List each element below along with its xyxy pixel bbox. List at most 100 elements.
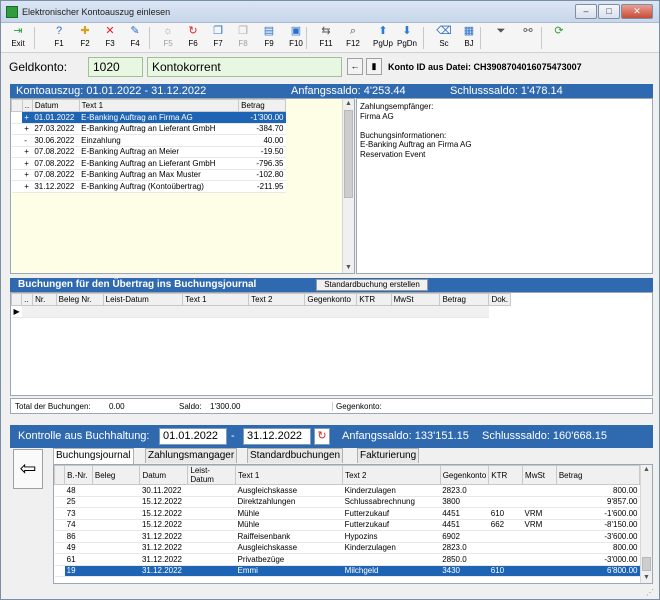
table-row[interactable]: 73 15.12.2022 Mühle Futterzukauf 4451 610 VRM -… — [54, 507, 640, 520]
table-row[interactable]: 74 15.12.2022 Mühle Futterzukauf 4451 662 VRM -… — [54, 519, 640, 531]
column-header[interactable]: Betrag — [555, 465, 641, 485]
column-header[interactable]: B.-Nr. — [64, 465, 93, 485]
sc-button[interactable]: ⌫ Sc — [432, 24, 456, 52]
f1-button[interactable]: ? F1 — [47, 24, 71, 52]
row-indicator-icon — [11, 157, 23, 170]
row-expand-mark[interactable]: + — [22, 146, 33, 158]
kontoauszug-scrollbar[interactable]: ▲ ▼ — [342, 99, 354, 273]
tab-zahlungsmangager[interactable]: Zahlungsmangager — [145, 448, 238, 463]
scroll-down-icon[interactable]: ▼ — [343, 263, 354, 273]
new-row[interactable]: ▶ — [11, 305, 511, 318]
table-row[interactable]: +07.08.2022 E-Banking Auftrag an Lieferan… — [11, 157, 286, 170]
scroll-down-icon[interactable]: ▼ — [641, 573, 652, 583]
kontrolle-to-date[interactable]: 31.12.2022 — [243, 428, 311, 445]
f4-button[interactable]: ✎ F4 — [123, 24, 147, 52]
scroll-thumb[interactable] — [344, 110, 353, 198]
kontrolle-from-date[interactable]: 01.01.2022 — [159, 428, 227, 445]
refresh-button[interactable]: ⟳ — [547, 24, 571, 52]
f7-button[interactable]: ❐ F7 — [206, 24, 230, 52]
maximize-button[interactable]: □ — [598, 4, 620, 19]
text1-cell: Raiffeisenbank — [235, 530, 343, 543]
table-row[interactable]: 48 30.11.2022 Ausgleichskasse Kinderzulagen… — [54, 484, 640, 497]
row-expand-mark[interactable]: + — [22, 157, 33, 170]
table-row[interactable]: +07.08.2022 E-Banking Auftrag an Meier -19… — [11, 146, 286, 158]
transfer-arrow-icon[interactable]: ⇦ — [13, 449, 43, 489]
column-header[interactable]: .. — [21, 293, 34, 306]
resize-grip-icon[interactable]: ⋰ — [646, 588, 654, 597]
column-header[interactable]: KTR — [488, 465, 524, 485]
f2-button[interactable]: ✚ F2 — [73, 24, 97, 52]
column-header[interactable]: MwSt — [522, 465, 557, 485]
journal-scrollbar[interactable]: ▲ ▼ — [640, 465, 652, 583]
trash-icon[interactable]: ▮ — [366, 58, 382, 75]
f9-button[interactable]: ▤ F9 — [257, 24, 281, 52]
table-row[interactable]: 25 15.12.2022 Direktzahlungen Schlussabrech… — [54, 496, 640, 508]
close-button[interactable]: ✕ — [621, 4, 653, 19]
column-header[interactable]: Nr. — [32, 293, 57, 306]
table-row[interactable]: -30.06.2022 Einzahlung 40.00 — [11, 134, 286, 147]
row-expand-mark[interactable]: + — [22, 180, 33, 193]
scroll-up-icon[interactable]: ▲ — [343, 99, 354, 109]
row-expand-mark[interactable]: + — [22, 111, 33, 124]
f3-button[interactable]: ✕ F3 — [98, 24, 122, 52]
buchungen-title: Buchungen für den Übertrag ins Buchungsj… — [18, 279, 257, 290]
scroll-thumb[interactable] — [642, 557, 651, 571]
table-row[interactable]: ▶ +01.01.2022 E-Banking Auftrag an Firma A… — [11, 111, 286, 124]
tab-fakturierung[interactable]: Fakturierung — [357, 448, 420, 463]
f12-button[interactable]: ⌕ F12 — [341, 24, 365, 52]
tab-buchungsjournal[interactable]: Buchungsjournal — [53, 448, 134, 464]
f8-button[interactable]: ❐ F8 — [231, 24, 255, 52]
geldkonto-name-field[interactable]: Kontokorrent — [147, 57, 342, 77]
standardbuchung-button[interactable]: Standardbuchung erstellen — [316, 279, 428, 291]
row-expand-mark[interactable]: + — [22, 169, 33, 181]
column-header[interactable]: Text 2 — [342, 465, 441, 485]
tab-standardbuchungen[interactable]: Standardbuchungen — [247, 448, 344, 463]
table-row[interactable]: 61 31.12.2022 Privatbezüge 2850.0 -3'000.00 — [54, 553, 640, 566]
f10-button[interactable]: ▣ F10 — [284, 24, 308, 52]
column-header[interactable]: MwSt — [390, 293, 441, 306]
scroll-up-icon[interactable]: ▲ — [641, 465, 652, 475]
pgup-button[interactable]: ⬆ PgUp — [371, 24, 395, 52]
refresh-icon[interactable]: ↻ — [314, 428, 330, 445]
column-header[interactable]: Datum — [139, 465, 189, 485]
column-header[interactable]: Datum — [31, 99, 80, 112]
table-row[interactable]: 86 31.12.2022 Raiffeisenbank Hypozins 6902 -3… — [54, 530, 640, 543]
column-header[interactable]: .. — [21, 99, 33, 112]
column-header[interactable]: Gegenkonto — [304, 293, 358, 306]
row-expand-mark[interactable]: + — [22, 123, 33, 135]
bj-button[interactable]: ▦ BJ — [457, 24, 481, 52]
column-header[interactable]: Text 2 — [248, 293, 306, 306]
column-header[interactable]: Text 1 — [78, 99, 240, 112]
table-row[interactable]: +31.12.2022 E-Banking Auftrag (Kontoübert… — [11, 180, 286, 193]
column-header[interactable]: Text 1 — [235, 465, 344, 485]
column-header[interactable]: Dok. — [488, 293, 511, 306]
connect-button[interactable]: ⚯ — [516, 24, 540, 52]
column-header[interactable]: Leist-Datum — [102, 293, 184, 306]
geldkonto-number-field[interactable]: 1020 — [88, 57, 143, 77]
column-header[interactable]: Text 1 — [182, 293, 250, 306]
exit-button[interactable]: ⇥ Exit — [6, 24, 30, 52]
table-row[interactable]: +07.08.2022 E-Banking Auftrag an Max Must… — [11, 169, 286, 181]
row-indicator-icon — [11, 146, 23, 158]
column-header[interactable]: KTR — [356, 293, 392, 306]
column-header[interactable]: Gegenkonto — [439, 465, 490, 485]
table-row[interactable]: 49 31.12.2022 Ausgleichskasse Kinderzulagen… — [54, 542, 640, 554]
f4-icon: ✎ — [130, 25, 140, 37]
minimize-button[interactable]: – — [575, 4, 597, 19]
filter-button[interactable]: ⏷ — [489, 24, 513, 52]
text2-cell: Kinderzulagen — [342, 542, 441, 554]
row-expand-mark[interactable]: - — [22, 134, 33, 147]
column-header[interactable]: Beleg Nr. — [55, 293, 104, 306]
f11-button[interactable]: ⇆ F11 — [314, 24, 338, 52]
column-header[interactable]: Betrag — [439, 293, 490, 306]
column-header[interactable]: Leist-Datum — [187, 465, 237, 485]
table-row[interactable]: ▶ 19 31.12.2022 Emmi Milchgeld 3430 610 6'800.0… — [54, 565, 640, 577]
back-arrow-button[interactable]: ← — [347, 58, 363, 75]
f6-button[interactable]: ↻ F6 — [181, 24, 205, 52]
leist-cell — [187, 553, 236, 566]
column-header[interactable]: Betrag — [238, 99, 286, 112]
f5-button[interactable]: ☼ F5 — [156, 24, 180, 52]
column-header[interactable]: Beleg — [91, 465, 141, 485]
table-row[interactable]: +27.03.2022 E-Banking Auftrag an Lieferan… — [11, 123, 286, 135]
pgdn-button[interactable]: ⬇ PgDn — [395, 24, 419, 52]
